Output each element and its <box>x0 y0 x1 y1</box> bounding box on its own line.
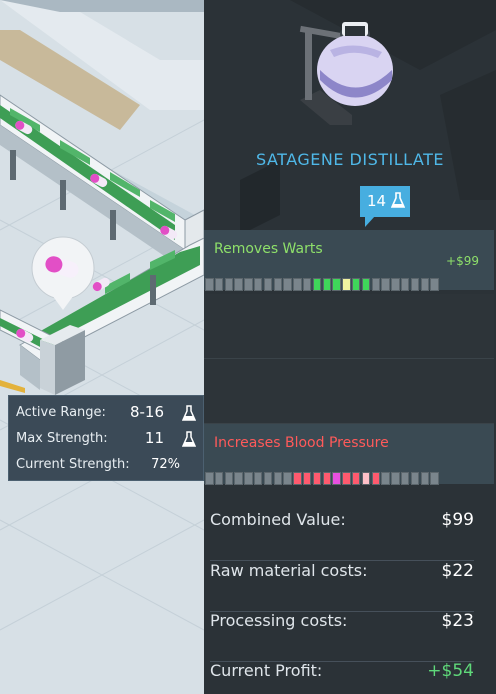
strength-cell <box>332 278 341 291</box>
current-strength-label: Current Strength: <box>16 457 130 472</box>
strength-cell <box>342 472 351 485</box>
combined-value-row: Combined Value: $99 <box>210 510 474 561</box>
product-title: SATAGENE DISTILLATE <box>256 150 444 169</box>
strength-cell <box>253 472 263 485</box>
strength-stats-box: Active Range: 8-16 Max Strength: 11 Curr… <box>8 395 204 481</box>
current-profit-label: Current Profit: <box>210 661 323 680</box>
strength-cell <box>371 472 381 485</box>
active-range-value: 8-16 <box>129 403 164 421</box>
flask-icon <box>182 431 196 447</box>
strength-cell <box>430 472 439 485</box>
effect-strength-bar <box>205 278 440 293</box>
strength-cell <box>263 472 273 485</box>
strength-cell <box>302 278 312 291</box>
max-strength-value: 11 <box>144 429 164 447</box>
strength-cell <box>381 278 390 291</box>
strength-cell <box>332 472 341 485</box>
strength-cell <box>312 278 322 291</box>
current-strength-value: 72% <box>151 457 180 472</box>
flask-icon <box>391 192 405 208</box>
flask-icon <box>182 405 196 421</box>
strength-value: 14 <box>367 192 387 210</box>
effect-name: Increases Blood Pressure <box>214 435 389 451</box>
strength-cell <box>351 472 361 485</box>
strength-cell <box>430 278 439 291</box>
effect-removes-warts[interactable]: Removes Warts +$99 <box>204 230 494 293</box>
effect-name: Removes Warts <box>214 241 323 257</box>
current-profit-row: Current Profit: +$54 <box>210 661 474 694</box>
current-strength-row: Current Strength: 72% <box>16 455 196 475</box>
strength-cell <box>371 278 381 291</box>
strength-cell <box>244 278 253 291</box>
current-profit-value: +$54 <box>427 661 474 681</box>
combined-value: $99 <box>441 510 474 530</box>
strength-cell <box>244 472 253 485</box>
strength-cell <box>253 278 263 291</box>
raw-material-costs-label: Raw material costs: <box>210 561 368 580</box>
strength-cell <box>351 278 361 291</box>
strength-cell <box>205 278 214 291</box>
badge-pointer <box>365 216 375 227</box>
effect-increases-blood-pressure[interactable]: Increases Blood Pressure <box>204 424 494 487</box>
strength-cell <box>322 278 332 291</box>
active-range-row: Active Range: 8-16 <box>16 403 196 423</box>
processing-costs-value: $23 <box>441 611 474 631</box>
max-strength-label: Max Strength: <box>16 431 108 446</box>
strength-cell <box>293 278 302 291</box>
strength-cell <box>312 472 322 485</box>
strength-cell <box>391 472 400 485</box>
strength-cell <box>420 278 430 291</box>
strength-cell <box>224 472 234 485</box>
strength-cell <box>283 278 292 291</box>
strength-cell <box>410 472 420 485</box>
strength-cell <box>420 472 430 485</box>
strength-cell <box>410 278 420 291</box>
strength-cell <box>205 472 214 485</box>
empty-effect-slot <box>204 294 494 359</box>
strength-cell <box>224 278 234 291</box>
strength-cell <box>381 472 390 485</box>
strength-cell <box>322 472 332 485</box>
strength-cell <box>400 278 410 291</box>
strength-cell <box>234 472 243 485</box>
raw-material-costs-row: Raw material costs: $22 <box>210 561 474 612</box>
strength-cell <box>263 278 273 291</box>
max-strength-row: Max Strength: 11 <box>16 429 196 449</box>
active-range-label: Active Range: <box>16 405 106 420</box>
strength-cell <box>214 472 224 485</box>
strength-cell <box>283 472 292 485</box>
strength-cell <box>400 472 410 485</box>
strength-cell <box>273 472 283 485</box>
strength-cell <box>302 472 312 485</box>
combined-value-label: Combined Value: <box>210 510 346 529</box>
strength-cell <box>361 278 371 291</box>
empty-effect-slot <box>204 359 494 424</box>
strength-cell <box>391 278 400 291</box>
strength-cell <box>342 278 351 291</box>
effect-price: +$99 <box>446 254 479 268</box>
strength-cell <box>293 472 302 485</box>
strength-badge: 14 <box>360 186 410 217</box>
processing-costs-row: Processing costs: $23 <box>210 611 474 662</box>
effect-strength-bar <box>205 472 440 487</box>
strength-cell <box>214 278 224 291</box>
strength-cell <box>273 278 283 291</box>
strength-cell <box>234 278 243 291</box>
raw-material-costs-value: $22 <box>441 561 474 581</box>
strength-cell <box>361 472 371 485</box>
processing-costs-label: Processing costs: <box>210 611 348 630</box>
